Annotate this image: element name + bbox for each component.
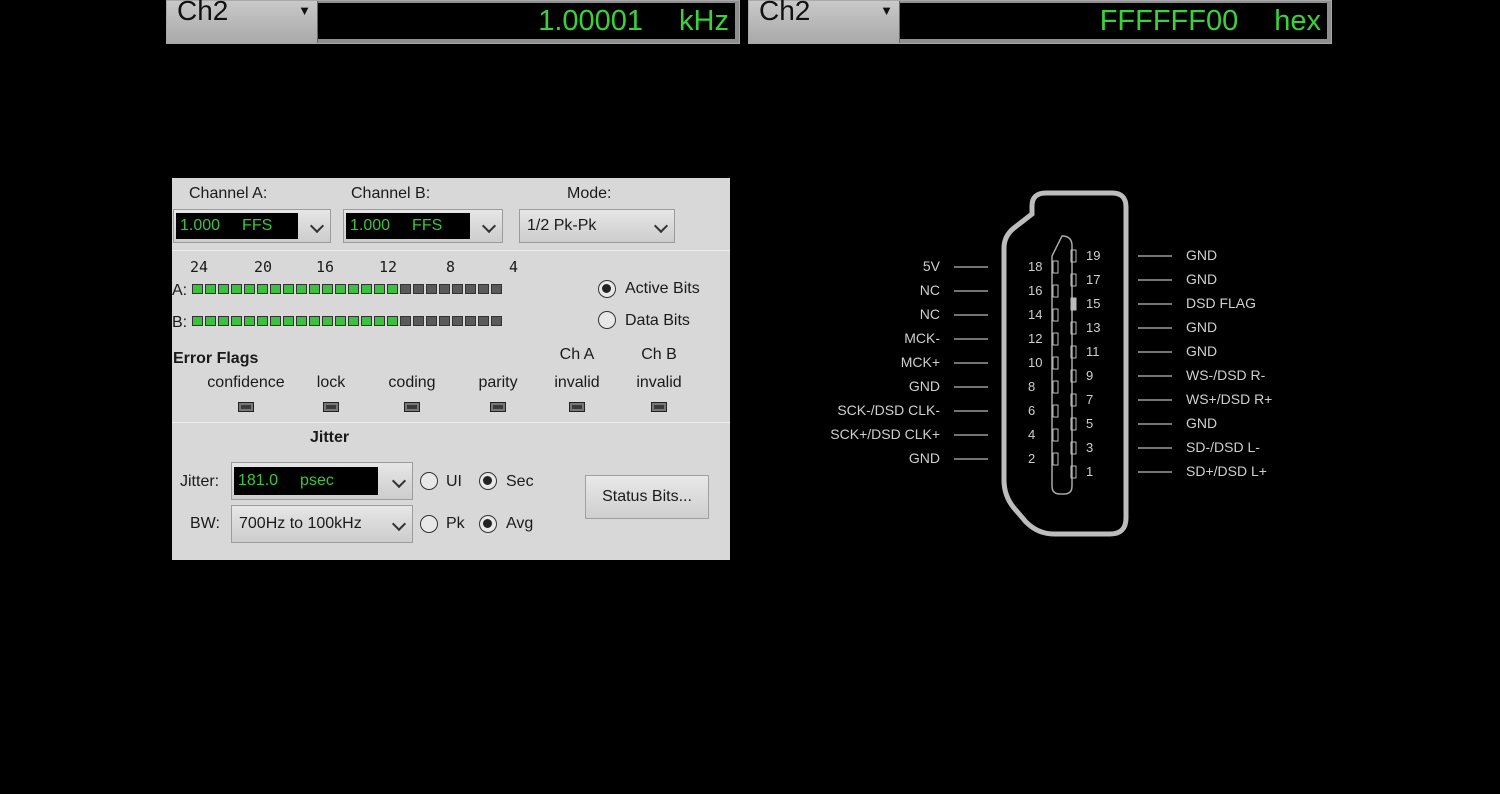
pin-contact — [1052, 284, 1059, 298]
pin-label-right: GND — [1186, 319, 1218, 335]
pin-label-left: GND — [908, 378, 940, 394]
pin-contact — [1052, 260, 1059, 274]
pin-contact — [1052, 404, 1059, 418]
pin-label-right: GND — [1186, 343, 1218, 359]
pin-label-left: MCK+ — [900, 354, 940, 370]
pin-label-right: SD+/DSD L+ — [1186, 463, 1267, 479]
pin-contact — [1052, 380, 1059, 394]
pin-number: 7 — [1086, 392, 1094, 407]
pin-number: 11 — [1086, 344, 1100, 359]
pin-label-right: GND — [1186, 271, 1218, 287]
hdmi-connector-diagram — [954, 190, 1172, 537]
pin-number: 2 — [1028, 451, 1036, 466]
pin-number: 19 — [1086, 248, 1101, 263]
pin-contact — [1052, 332, 1059, 346]
pin-number: 10 — [1028, 355, 1043, 370]
pin-number: 14 — [1028, 307, 1043, 322]
connector-outline — [1001, 190, 1129, 537]
pin-label-right: WS+/DSD R+ — [1186, 391, 1273, 407]
pin-label-left: 5V — [922, 258, 940, 274]
pin-contact — [1052, 428, 1059, 442]
pin-number: 15 — [1086, 296, 1101, 311]
pin-label-left: GND — [908, 450, 940, 466]
pin-label-left: SCK+/DSD CLK+ — [830, 426, 940, 442]
pin-contact — [1070, 297, 1077, 311]
pin-number: 13 — [1086, 320, 1101, 335]
pin-label-left: NC — [919, 282, 940, 298]
pin-label-right: GND — [1186, 247, 1218, 263]
pin-number: 3 — [1086, 440, 1094, 455]
pin-number: 4 — [1028, 427, 1036, 442]
pin-number: 9 — [1086, 368, 1094, 383]
pin-number: 17 — [1086, 272, 1101, 287]
pin-number: 1 — [1086, 464, 1094, 479]
pin-contact — [1052, 356, 1059, 370]
pin-label-right: SD-/DSD L- — [1186, 439, 1260, 455]
connector-tongue — [1051, 235, 1073, 495]
pin-contact — [1052, 452, 1059, 466]
pin-number: 6 — [1028, 403, 1036, 418]
pin-label-left: SCK-/DSD CLK- — [837, 402, 940, 418]
pin-number: 5 — [1086, 416, 1094, 431]
pin-number: 18 — [1028, 259, 1043, 274]
pin-number: 8 — [1028, 379, 1036, 394]
pin-contact — [1052, 308, 1059, 322]
pin-label-right: WS-/DSD R- — [1186, 367, 1266, 383]
pin-label-right: GND — [1186, 415, 1218, 431]
pin-label-left: MCK- — [904, 330, 940, 346]
pin-number: 16 — [1028, 283, 1043, 298]
pin-number: 12 — [1028, 331, 1043, 346]
pin-label-left: NC — [919, 306, 940, 322]
pin-label-right: DSD FLAG — [1186, 295, 1257, 311]
